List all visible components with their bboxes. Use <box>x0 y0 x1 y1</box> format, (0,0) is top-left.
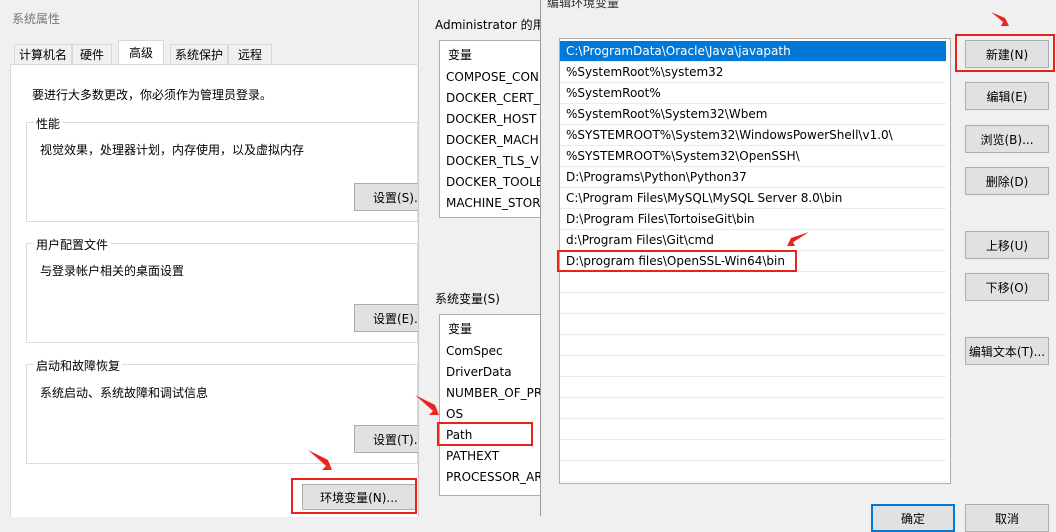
empty-path-row[interactable] <box>560 419 946 440</box>
user-var-row[interactable]: DOCKER_MACH <box>440 130 544 151</box>
user-var-row[interactable]: COMPOSE_CON <box>440 67 544 88</box>
edit-button[interactable]: 编辑(E) <box>965 82 1049 110</box>
empty-path-row[interactable] <box>560 272 946 293</box>
tab-advanced[interactable]: 高级 <box>118 40 164 66</box>
startup-recovery-desc: 系统启动、系统故障和调试信息 <box>40 386 209 400</box>
user-vars-list: 变量 COMPOSE_CON DOCKER_CERT_ DOCKER_HOST DOC… <box>439 40 545 218</box>
path-highlight <box>437 422 533 446</box>
user-var-row[interactable]: DOCKER_CERT_ <box>440 88 544 109</box>
empty-path-row[interactable] <box>560 398 946 419</box>
user-profiles-desc: 与登录帐户相关的桌面设置 <box>40 264 185 278</box>
environment-variables-window: Administrator 的用 变量 COMPOSE_CON DOCKER_CE… <box>415 0 545 516</box>
startup-recovery-settings-button[interactable]: 设置(T)... <box>354 425 425 453</box>
path-row[interactable]: %SYSTEMROOT%\System32\OpenSSH\ <box>560 146 946 167</box>
empty-path-row[interactable] <box>560 440 946 461</box>
path-row[interactable]: C:\ProgramData\Oracle\Java\javapath <box>560 41 946 62</box>
path-row[interactable]: C:\Program Files\MySQL\MySQL Server 8.0\… <box>560 188 946 209</box>
path-row[interactable]: D:\Programs\Python\Python37 <box>560 167 946 188</box>
sys-vars-header: 变量 <box>448 322 473 336</box>
empty-path-row[interactable] <box>560 461 946 482</box>
tab-hardware[interactable]: 硬件 <box>72 44 112 64</box>
edit-window-title: 编辑环境变量 <box>547 0 620 10</box>
path-row[interactable]: D:\Program Files\TortoiseGit\bin <box>560 209 946 230</box>
red-arrow-icon <box>415 395 439 415</box>
user-var-row[interactable]: DOCKER_TLS_VE <box>440 151 544 172</box>
browse-button[interactable]: 浏览(B)... <box>965 125 1049 153</box>
sys-vars-list: 变量 ComSpec DriverData NUMBER_OF_PR OS Path PA… <box>439 314 545 496</box>
new-path-highlight <box>557 250 797 272</box>
user-vars-header: 变量 <box>448 48 473 62</box>
sys-var-row[interactable]: PATHEXT <box>440 446 544 467</box>
tab-system-protection[interactable]: 系统保护 <box>170 44 228 64</box>
empty-path-row[interactable] <box>560 377 946 398</box>
sys-var-row[interactable]: NUMBER_OF_PR <box>440 383 544 404</box>
performance-settings-button[interactable]: 设置(S)... <box>354 183 425 211</box>
performance-title: 性能 <box>34 115 63 132</box>
edit-text-button[interactable]: 编辑文本(T)... <box>965 337 1049 365</box>
admin-note: 要进行大多数更改，你必须作为管理员登录。 <box>32 88 273 102</box>
sys-vars-section-title: 系统变量(S) <box>435 292 500 306</box>
red-arrow-icon <box>787 232 809 246</box>
path-row[interactable]: d:\Program Files\Git\cmd <box>560 230 946 251</box>
empty-path-row[interactable] <box>560 356 946 377</box>
user-profiles-settings-button[interactable]: 设置(E)... <box>354 304 425 332</box>
red-arrow-icon <box>308 450 332 470</box>
tab-remote[interactable]: 远程 <box>228 44 272 64</box>
sys-var-row[interactable]: ComSpec <box>440 341 544 362</box>
new-button-highlight <box>955 34 1055 72</box>
red-arrow-icon <box>991 12 1009 26</box>
delete-button[interactable]: 删除(D) <box>965 167 1049 195</box>
performance-desc: 视觉效果，处理器计划，内存使用，以及虚拟内存 <box>40 143 305 157</box>
empty-path-row[interactable] <box>560 293 946 314</box>
startup-recovery-title: 启动和故障恢复 <box>34 357 123 374</box>
empty-path-row[interactable] <box>560 314 946 335</box>
ok-button[interactable]: 确定 <box>871 504 955 532</box>
path-row[interactable]: %SystemRoot%\system32 <box>560 62 946 83</box>
window-title: 系统属性 <box>12 12 61 26</box>
path-row[interactable]: %SYSTEMROOT%\System32\WindowsPowerShell\… <box>560 125 946 146</box>
user-profiles-title: 用户配置文件 <box>34 236 111 253</box>
empty-path-row[interactable] <box>560 335 946 356</box>
env-button-highlight <box>291 478 417 514</box>
tab-computer-name[interactable]: 计算机名 <box>14 44 72 64</box>
user-var-row[interactable]: MACHINE_STOR <box>440 193 544 214</box>
path-row[interactable]: %SystemRoot%\System32\Wbem <box>560 104 946 125</box>
move-up-button[interactable]: 上移(U) <box>965 231 1049 259</box>
sys-var-row[interactable]: PROCESSOR_AR <box>440 467 544 488</box>
system-properties-window: 系统属性 计算机名 硬件 高级 系统保护 远程 要进行大多数更改，你必须作为管理… <box>0 0 425 517</box>
path-row[interactable]: %SystemRoot% <box>560 83 946 104</box>
user-var-row[interactable]: DOCKER_TOOLE <box>440 172 544 193</box>
cancel-button[interactable]: 取消 <box>965 504 1049 532</box>
move-down-button[interactable]: 下移(O) <box>965 273 1049 301</box>
user-var-row[interactable]: DOCKER_HOST <box>440 109 544 130</box>
user-vars-section-title: Administrator 的用 <box>435 18 545 32</box>
sys-var-row[interactable]: DriverData <box>440 362 544 383</box>
edit-env-var-window: 编辑环境变量 C:\ProgramData\Oracle\Java\javapa… <box>540 0 1056 532</box>
